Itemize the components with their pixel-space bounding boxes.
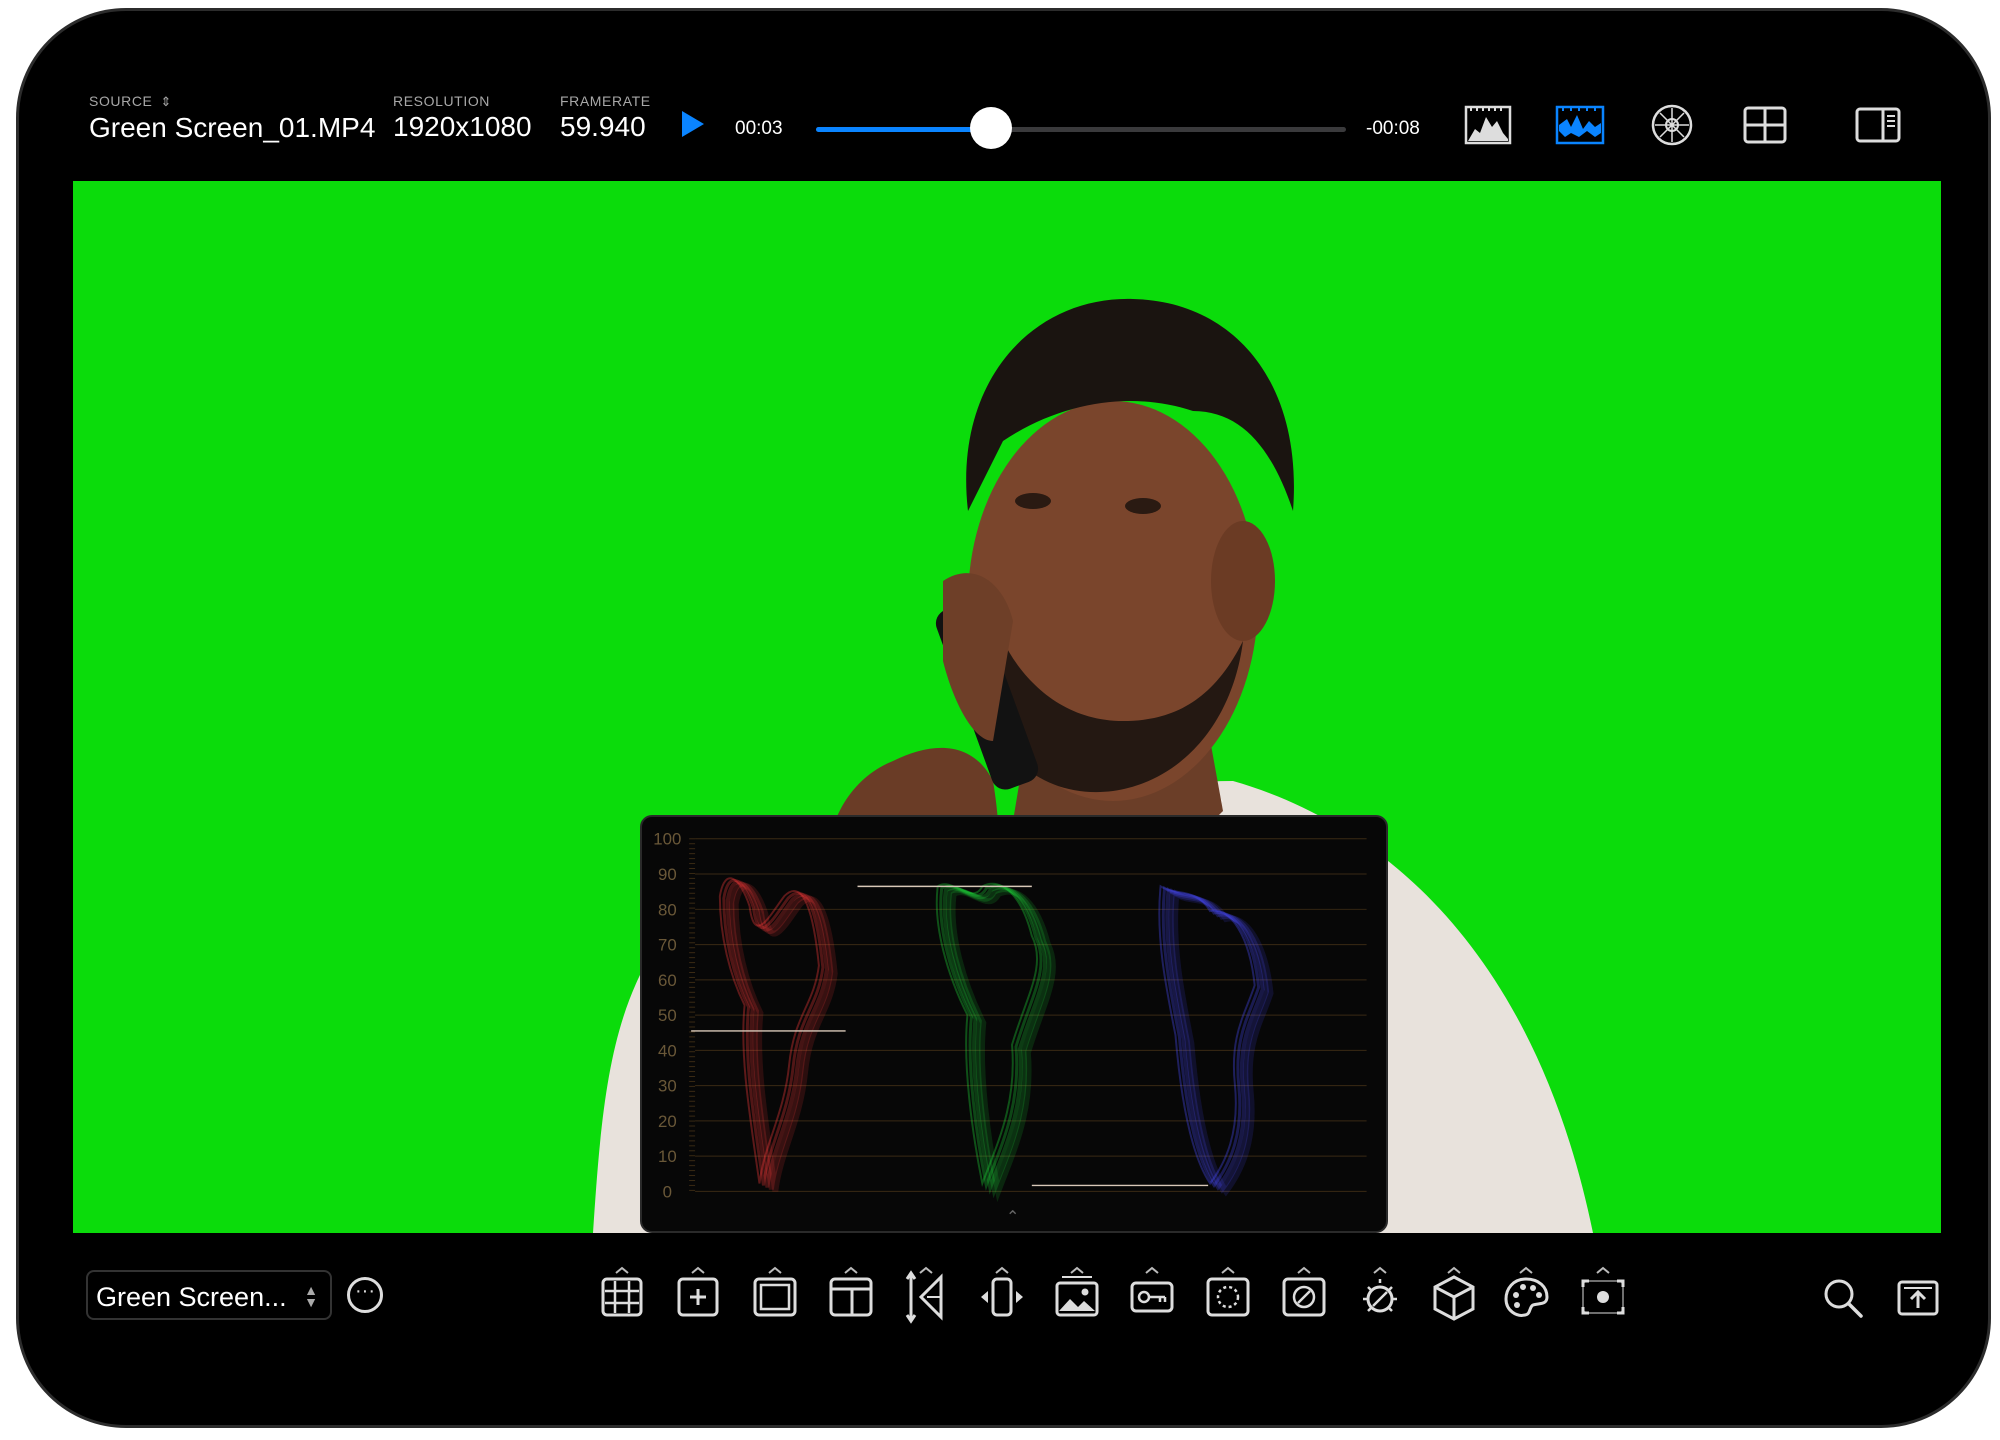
image-overlay-icon[interactable] <box>1052 1269 1102 1325</box>
color-palette-icon[interactable] <box>1501 1269 1551 1325</box>
red-channel-trace <box>718 877 838 1192</box>
source-select[interactable]: Green Screen... ▲ ▼ <box>86 1270 332 1320</box>
resolution-info: RESOLUTION 1920x1080 <box>393 93 532 143</box>
play-button[interactable] <box>682 111 704 137</box>
chevron-up-icon[interactable] <box>994 1261 1010 1274</box>
green-channel-trace <box>935 882 1056 1203</box>
resolution-value: 1920x1080 <box>393 111 532 142</box>
chevron-up-icon[interactable]: ⌃ <box>1006 1207 1019 1227</box>
crosshair-icon[interactable] <box>673 1269 723 1325</box>
grid-overlay-icon[interactable] <box>597 1269 647 1325</box>
chevron-up-icon[interactable] <box>1144 1261 1160 1274</box>
chevron-up-icon[interactable] <box>1372 1261 1388 1274</box>
source-select-label: Green Screen... <box>96 1282 287 1312</box>
video-viewport[interactable]: 100 90 80 70 60 50 40 30 20 10 0 ⌃ <box>73 181 1941 1233</box>
scope-scale-label: 80 <box>658 900 677 919</box>
compare-icon[interactable] <box>977 1269 1027 1325</box>
scope-scale-label: 50 <box>658 1006 677 1025</box>
chevron-up-icon[interactable] <box>690 1261 706 1274</box>
blue-channel-trace <box>1158 884 1274 1197</box>
chevron-up-icon[interactable] <box>1446 1261 1462 1274</box>
zoom-icon[interactable] <box>1821 1276 1865 1320</box>
chevron-up-icon[interactable] <box>918 1261 934 1274</box>
chevron-up-icon[interactable] <box>843 1261 859 1274</box>
scope-scale-label: 10 <box>658 1147 677 1166</box>
chevron-up-icon[interactable] <box>1220 1261 1236 1274</box>
scrubber-progress <box>816 127 991 132</box>
chevron-up-icon[interactable] <box>1518 1261 1534 1274</box>
chevron-up-icon[interactable] <box>767 1261 783 1274</box>
key-icon[interactable] <box>1127 1269 1177 1325</box>
framerate-info: FRAMERATE 59.940 <box>560 93 651 143</box>
safe-area-icon[interactable] <box>826 1269 876 1325</box>
waveform-icon[interactable] <box>1555 103 1605 147</box>
chevron-up-icon[interactable] <box>1595 1261 1611 1274</box>
framerate-value: 59.940 <box>560 111 646 142</box>
lut-cube-icon[interactable] <box>1429 1269 1479 1325</box>
source-value: Green Screen_01.MP4 <box>89 112 376 143</box>
frame-guide-icon[interactable] <box>750 1269 800 1325</box>
ipad-frame: SOURCE ⇕ Green Screen_01.MP4 RESOLUTION 1… <box>16 8 1991 1428</box>
source-info[interactable]: SOURCE ⇕ Green Screen_01.MP4 <box>89 93 375 144</box>
histogram-icon[interactable] <box>1463 103 1513 147</box>
more-options-button[interactable]: ··· <box>347 1277 383 1313</box>
zebra-icon[interactable] <box>1203 1269 1253 1325</box>
scope-scale-label: 40 <box>658 1041 677 1060</box>
scope-scale-label: 90 <box>658 865 677 884</box>
grid-layout-icon[interactable] <box>1740 103 1790 147</box>
chevron-updown-icon: ▲ ▼ <box>304 1282 318 1310</box>
chevron-up-icon[interactable] <box>1069 1261 1085 1274</box>
exposure-icon[interactable] <box>1355 1269 1405 1325</box>
export-icon[interactable] <box>1896 1276 1940 1320</box>
scrubber-handle[interactable] <box>969 107 1012 149</box>
waveform-scope-panel[interactable]: 100 90 80 70 60 50 40 30 20 10 0 ⌃ <box>640 815 1388 1233</box>
chevron-updown-icon: ⇕ <box>160 94 172 109</box>
focus-peaking-icon[interactable] <box>1279 1269 1329 1325</box>
elapsed-time: 00:03 <box>735 118 783 139</box>
top-bar: SOURCE ⇕ Green Screen_01.MP4 RESOLUTION 1… <box>19 11 1988 181</box>
scope-scale-label: 20 <box>658 1112 677 1131</box>
scope-scale-label: 30 <box>658 1077 677 1096</box>
chevron-up-icon[interactable] <box>1296 1261 1312 1274</box>
false-color-icon[interactable] <box>901 1269 951 1325</box>
vectorscope-icon[interactable] <box>1647 103 1697 147</box>
source-label: SOURCE <box>89 93 153 109</box>
record-frame-icon[interactable] <box>1578 1269 1628 1325</box>
timeline-scrubber[interactable] <box>816 107 1346 149</box>
scope-scale-label: 70 <box>658 936 677 955</box>
scope-scale-label: 100 <box>653 830 681 849</box>
sidebar-icon[interactable] <box>1853 103 1903 147</box>
scope-scale-label: 60 <box>658 971 677 990</box>
framerate-label: FRAMERATE <box>560 93 651 109</box>
waveform-scope-graph: 1009080706050403020100 <box>653 830 1367 1203</box>
scope-scale-label: 0 <box>663 1182 672 1201</box>
blue-trace-stroke <box>1172 889 1274 1197</box>
remaining-time: -00:08 <box>1366 118 1420 139</box>
resolution-label: RESOLUTION <box>393 93 491 109</box>
chevron-up-icon[interactable] <box>614 1261 630 1274</box>
